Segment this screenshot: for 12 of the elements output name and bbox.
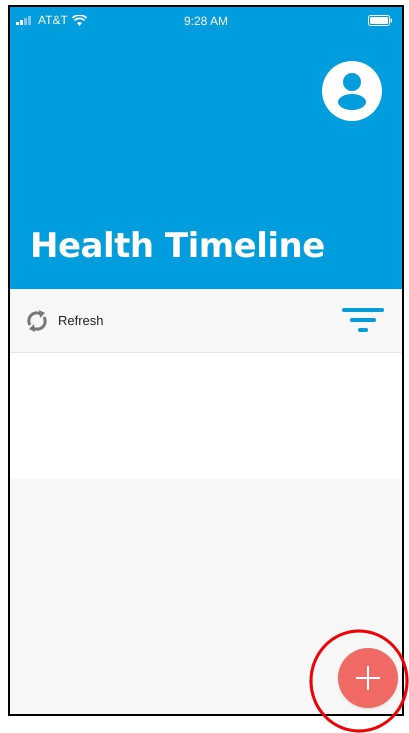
refresh-button[interactable]: Refresh [26,308,104,332]
plus-icon [355,665,381,691]
refresh-icon [26,308,48,332]
signal-icon [16,16,34,24]
add-button[interactable] [338,648,398,708]
wifi-icon [72,14,87,26]
page-title: Health Timeline [29,229,326,268]
time-label: 9:28 AM [184,13,228,30]
carrier-label: AT&T [38,12,68,29]
profile-avatar-icon[interactable] [322,61,382,121]
filter-icon[interactable] [342,308,384,334]
battery-icon [368,14,392,26]
